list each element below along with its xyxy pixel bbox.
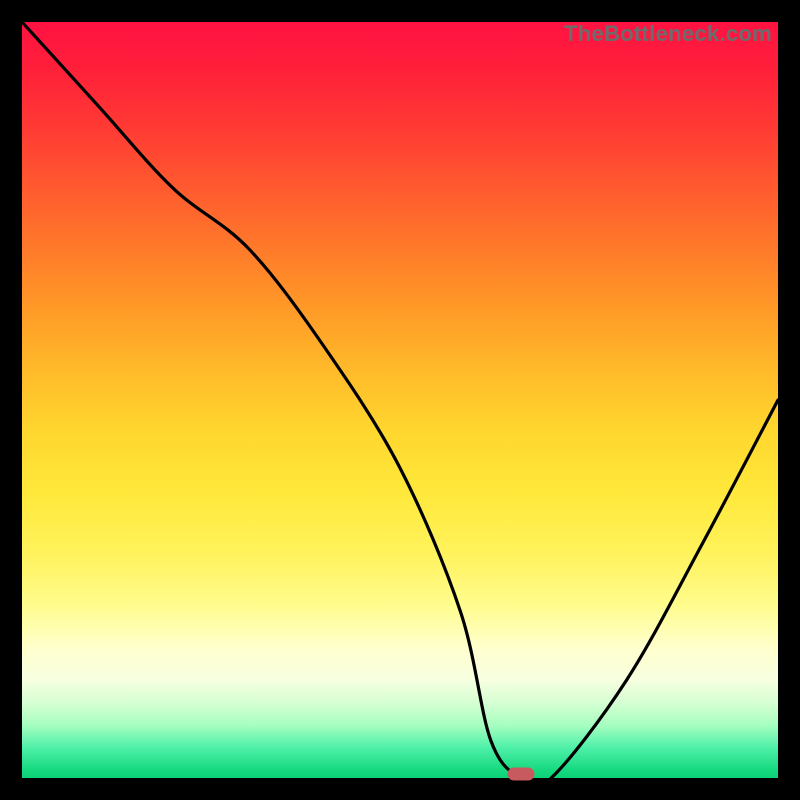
- curve-path: [22, 22, 778, 778]
- plot-area: TheBottleneck.com: [22, 22, 778, 778]
- optimal-marker: [507, 768, 534, 781]
- bottleneck-curve: [22, 22, 778, 778]
- chart-frame: TheBottleneck.com: [0, 0, 800, 800]
